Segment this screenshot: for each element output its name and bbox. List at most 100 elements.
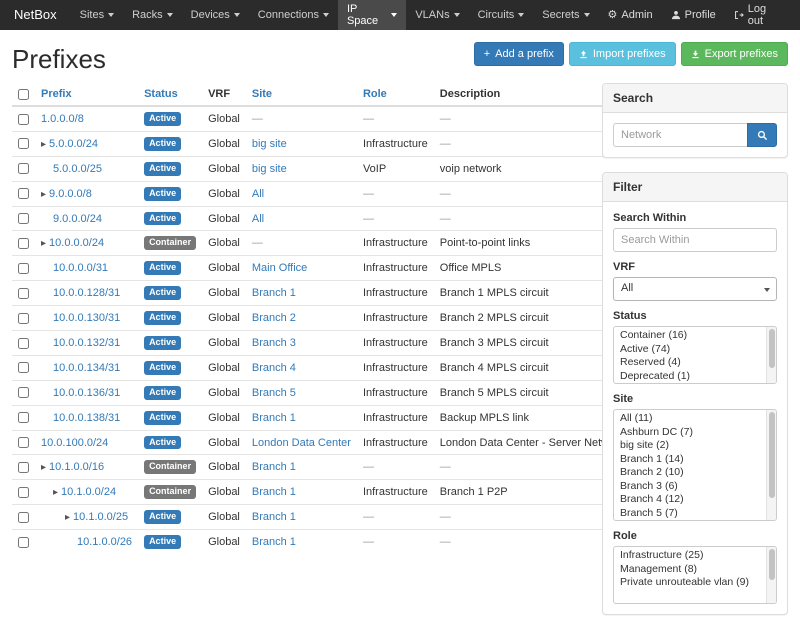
row-checkbox[interactable]	[18, 462, 29, 473]
prefix-link[interactable]: 10.0.0.132/31	[53, 337, 120, 349]
row-checkbox[interactable]	[18, 188, 29, 199]
site-link[interactable]: Branch 1	[252, 287, 296, 299]
listbox-option[interactable]: Active (74)	[614, 343, 764, 357]
export-prefixes-button[interactable]: Export prefixes	[681, 42, 788, 66]
row-checkbox[interactable]	[18, 487, 29, 498]
site-link[interactable]: Branch 4	[252, 362, 296, 374]
prefix-link[interactable]: 10.0.0.130/31	[53, 312, 120, 324]
prefix-link[interactable]: 10.0.0.128/31	[53, 287, 120, 299]
nav-item-vlans[interactable]: VLANs	[406, 0, 468, 30]
listbox-option[interactable]: Reserved (4)	[614, 356, 764, 370]
prefix-link[interactable]: 10.0.0.134/31	[53, 362, 120, 374]
prefix-link[interactable]: 10.1.0.0/16	[49, 461, 104, 473]
listbox-option[interactable]: Infrastructure (25)	[614, 549, 764, 563]
prefix-link[interactable]: 10.1.0.0/25	[73, 511, 128, 523]
site-link[interactable]: Main Office	[252, 262, 307, 274]
listbox-option[interactable]: Private unrouteable vlan (9)	[614, 576, 764, 590]
row-checkbox[interactable]	[18, 537, 29, 548]
scrollbar-thumb[interactable]	[769, 412, 775, 498]
scrollbar-thumb[interactable]	[769, 329, 775, 368]
column-header-role[interactable]: Role	[357, 83, 434, 106]
prefix-link[interactable]: 9.0.0.0/8	[49, 188, 92, 200]
site-link[interactable]: Branch 3	[252, 337, 296, 349]
prefix-link[interactable]: 9.0.0.0/24	[53, 213, 102, 225]
column-header-prefix[interactable]: Prefix	[35, 83, 138, 106]
status-listbox[interactable]: Container (16)Active (74)Reserved (4)Dep…	[613, 326, 777, 384]
import-prefixes-button[interactable]: Import prefixes	[569, 42, 676, 66]
add-a-prefix-button[interactable]: +Add a prefix	[474, 42, 564, 66]
site-link[interactable]: Branch 5	[252, 387, 296, 399]
row-checkbox[interactable]	[18, 338, 29, 349]
nav-item-sites[interactable]: Sites	[71, 0, 123, 30]
row-checkbox[interactable]	[18, 288, 29, 299]
listbox-option[interactable]: Colo 1-24 (8)	[614, 520, 764, 521]
row-checkbox[interactable]	[18, 412, 29, 423]
site-link[interactable]: Branch 2	[252, 312, 296, 324]
row-checkbox[interactable]	[18, 437, 29, 448]
site-link[interactable]: big site	[252, 138, 287, 150]
column-header-site[interactable]: Site	[246, 83, 357, 106]
prefix-link[interactable]: 10.0.0.0/24	[49, 237, 104, 249]
site-link[interactable]: Branch 1	[252, 486, 296, 498]
row-checkbox[interactable]	[18, 114, 29, 125]
listbox-option[interactable]: Branch 1 (14)	[614, 453, 764, 467]
site-link[interactable]: London Data Center	[252, 437, 351, 449]
nav-item-ip-space[interactable]: IP Space	[338, 0, 406, 30]
nav-item-secrets[interactable]: Secrets	[533, 0, 598, 30]
nav-item-connections[interactable]: Connections	[249, 0, 338, 30]
listbox-option[interactable]: All (11)	[614, 412, 764, 426]
prefix-link[interactable]: 10.1.0.0/26	[77, 536, 132, 548]
nav-item-racks[interactable]: Racks	[123, 0, 182, 30]
app-brand[interactable]: NetBox	[0, 0, 71, 30]
row-checkbox[interactable]	[18, 238, 29, 249]
prefix-link[interactable]: 10.0.0.0/31	[53, 262, 108, 274]
row-checkbox[interactable]	[18, 138, 29, 149]
nav-item-admin[interactable]: ⚙Admin	[599, 0, 662, 30]
site-link[interactable]: All	[252, 188, 264, 200]
prefix-link[interactable]: 5.0.0.0/24	[49, 138, 98, 150]
nav-item-devices[interactable]: Devices	[182, 0, 249, 30]
nav-item-circuits[interactable]: Circuits	[469, 0, 534, 30]
page-title: Prefixes	[12, 44, 106, 75]
site-listbox[interactable]: All (11)Ashburn DC (7)big site (2)Branch…	[613, 409, 777, 521]
row-checkbox[interactable]	[18, 512, 29, 523]
listbox-option[interactable]: Management (8)	[614, 563, 764, 577]
listbox-option[interactable]: Deprecated (1)	[614, 370, 764, 384]
nav-item-profile[interactable]: Profile	[662, 0, 725, 30]
nav-item-log-out[interactable]: Log out	[725, 0, 792, 30]
prefix-link[interactable]: 10.0.100.0/24	[41, 437, 108, 449]
prefix-link[interactable]: 10.1.0.0/24	[61, 486, 116, 498]
site-link[interactable]: Branch 1	[252, 511, 296, 523]
listbox-option[interactable]: Branch 5 (7)	[614, 507, 764, 521]
site-link[interactable]: Branch 1	[252, 412, 296, 424]
row-checkbox[interactable]	[18, 313, 29, 324]
select-all-checkbox[interactable]	[18, 89, 29, 100]
listbox-option[interactable]: big site (2)	[614, 439, 764, 453]
prefix-link[interactable]: 10.0.0.138/31	[53, 412, 120, 424]
site-link[interactable]: All	[252, 213, 264, 225]
vrf-select[interactable]: All	[613, 277, 777, 301]
scrollbar-track	[766, 327, 776, 383]
row-checkbox[interactable]	[18, 213, 29, 224]
role-listbox[interactable]: Infrastructure (25)Management (8)Private…	[613, 546, 777, 604]
site-link[interactable]: big site	[252, 163, 287, 175]
prefix-link[interactable]: 5.0.0.0/25	[53, 163, 102, 175]
prefix-link[interactable]: 1.0.0.0/8	[41, 113, 84, 125]
search-button[interactable]	[747, 123, 777, 147]
site-link[interactable]: Branch 1	[252, 536, 296, 548]
listbox-option[interactable]: Container (16)	[614, 329, 764, 343]
row-checkbox[interactable]	[18, 362, 29, 373]
row-checkbox[interactable]	[18, 263, 29, 274]
listbox-option[interactable]: Ashburn DC (7)	[614, 426, 764, 440]
scrollbar-thumb[interactable]	[769, 549, 775, 580]
site-link[interactable]: Branch 1	[252, 461, 296, 473]
listbox-option[interactable]: Branch 4 (12)	[614, 493, 764, 507]
column-header-status[interactable]: Status	[138, 83, 202, 106]
search-input[interactable]	[613, 123, 747, 147]
row-checkbox[interactable]	[18, 387, 29, 398]
prefix-link[interactable]: 10.0.0.136/31	[53, 387, 120, 399]
row-checkbox[interactable]	[18, 163, 29, 174]
listbox-option[interactable]: Branch 3 (6)	[614, 480, 764, 494]
search-within-input[interactable]	[613, 228, 777, 252]
listbox-option[interactable]: Branch 2 (10)	[614, 466, 764, 480]
